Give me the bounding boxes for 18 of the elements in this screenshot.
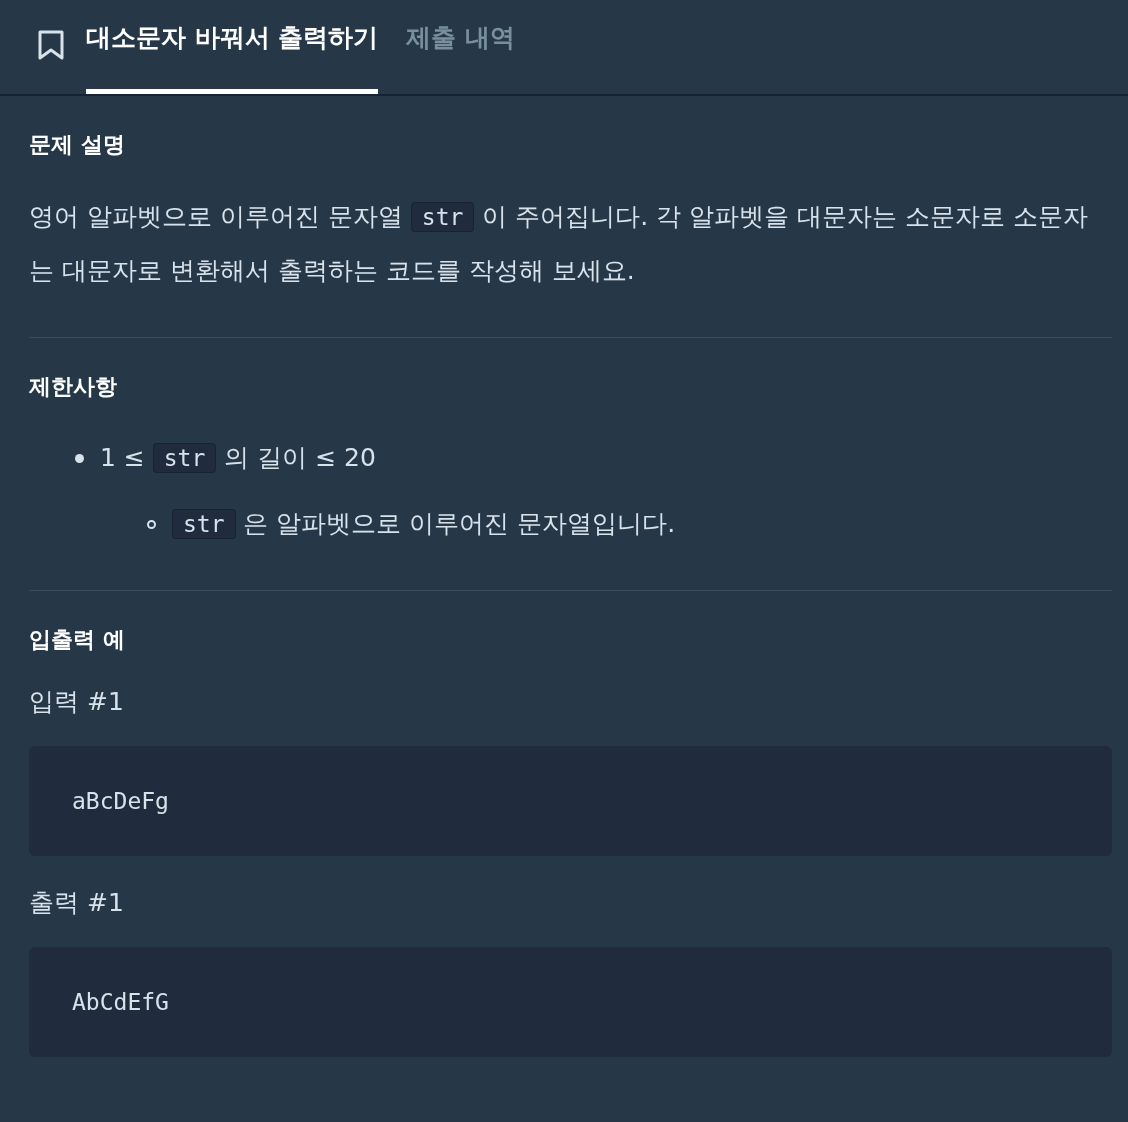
bullet-icon [75,453,84,463]
bullet-icon [147,519,156,529]
section-heading: 제한사항 [29,373,118,401]
code-block: AbCdEfG [29,947,1112,1057]
tab[interactable]: 대소문자 바꿔서 출력하기 [86,0,379,94]
example-label: 출력 #1 [29,887,125,919]
list-item-text: 1 ≤ str 의 길이 ≤ 20 [100,442,376,475]
bookmark-icon[interactable] [37,29,65,61]
problem-text: 영어 알파벳으로 이루어진 문자열 str 이 주어집니다. 각 알파벳을 대문자는 소문자로 소문자는 대문자로 변환해서 출력하는 코드를 작성해 보세요. [29,201,1089,287]
section-heading: 문제 설명 [29,131,126,159]
inline-code: str [152,443,217,473]
example-label: 입력 #1 [29,686,125,718]
inline-code: str [410,202,475,232]
tab[interactable]: 제출 내역 [406,0,516,94]
inline-code: str [172,509,236,539]
code-block: aBcDeFg [29,746,1112,856]
list-item-text: str 은 알파벳으로 이루어진 문자열입니다. [172,498,676,550]
section-heading: 입출력 예 [29,626,126,654]
